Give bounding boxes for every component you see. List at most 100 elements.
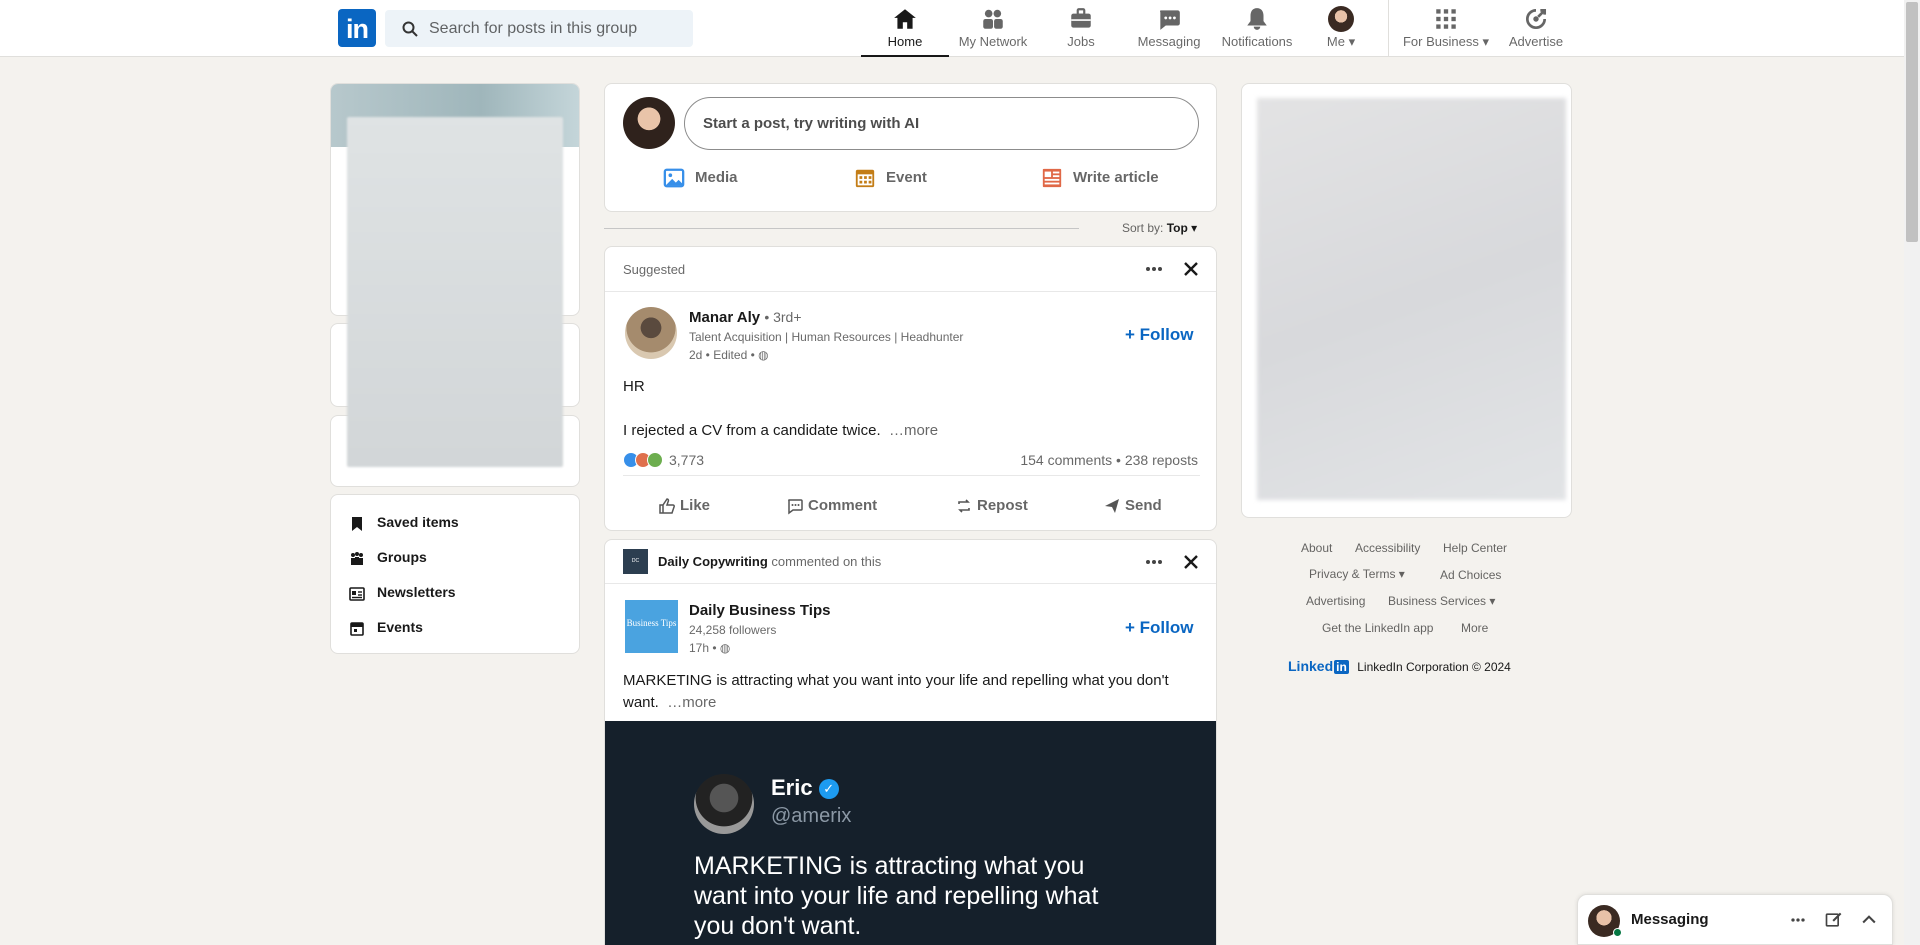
search-input[interactable]: Search for posts in this group <box>385 10 693 47</box>
tweet-avatar <box>694 774 754 834</box>
close-icon[interactable] <box>1179 550 1203 574</box>
globe-icon: ◍ <box>719 641 731 655</box>
post-author[interactable]: Manar Aly • 3rd+ <box>689 309 802 326</box>
more-options-icon[interactable] <box>1788 910 1808 930</box>
post-image[interactable]: Eric ✓ @amerix MARKETING is attracting w… <box>605 721 1216 945</box>
send-button[interactable]: Send <box>1103 495 1173 519</box>
bell-icon <box>1247 8 1267 30</box>
advertise-icon <box>1526 8 1547 29</box>
nav-label: Home <box>887 34 923 49</box>
page-scrollbar[interactable] <box>1904 0 1920 945</box>
image-icon <box>663 168 685 188</box>
footer-business-services-link[interactable]: Business Services ▾ <box>1388 594 1495 608</box>
home-icon <box>894 9 916 29</box>
author-headline: Talent Acquisition | Human Resources | H… <box>689 330 964 344</box>
chevron-up-icon[interactable] <box>1859 910 1879 930</box>
repost-button[interactable]: Repost <box>955 495 1035 519</box>
follow-button[interactable]: + Follow <box>1125 618 1193 638</box>
sort-divider <box>604 228 1079 229</box>
avatar[interactable] <box>625 307 677 359</box>
footer-advertising-link[interactable]: Advertising <box>1306 594 1365 608</box>
post-text: HR <box>623 378 645 395</box>
search-icon <box>402 21 418 37</box>
tweet-text: MARKETING is attracting what you want in… <box>694 852 1099 940</box>
post-context: Suggested <box>623 262 686 277</box>
sort-dropdown[interactable]: Sort by: Top ▾ <box>1122 221 1197 235</box>
blurred-profile-content <box>347 117 563 467</box>
start-post-placeholder: Start a post, try writing with AI <box>703 115 920 132</box>
nav-label: Notifications <box>1221 34 1293 49</box>
write-article-button[interactable]: Write article <box>1041 166 1171 192</box>
article-icon <box>1042 168 1062 188</box>
nav-messaging[interactable]: Messaging <box>1125 6 1213 56</box>
actor-logo[interactable]: DC <box>623 549 648 574</box>
linkedin-logo[interactable]: in <box>338 9 376 47</box>
footer-help-center-link[interactable]: Help Center <box>1443 541 1507 555</box>
close-icon[interactable] <box>1179 257 1203 281</box>
post-text: MARKETING is attracting what you want in… <box>623 672 1169 711</box>
search-placeholder: Search for posts in this group <box>429 20 638 37</box>
nav-label: For Business ▾ <box>1402 34 1489 49</box>
repost-icon <box>958 499 970 513</box>
blurred-news-content <box>1257 98 1566 500</box>
tweet-name: Eric ✓ <box>771 775 839 801</box>
compose-icon[interactable] <box>1824 910 1844 930</box>
follower-count: 24,258 followers <box>689 623 777 637</box>
nav-me[interactable]: Me ▾ <box>1301 6 1381 56</box>
nav-jobs[interactable]: Jobs <box>1037 6 1125 56</box>
like-button[interactable]: Like <box>658 495 718 519</box>
nav-home[interactable]: Home <box>861 6 949 57</box>
scrollbar-thumb[interactable] <box>1906 2 1918 242</box>
messaging-overlay[interactable]: Messaging <box>1577 894 1893 945</box>
post-stats[interactable]: 154 comments • 238 reposts <box>1020 452 1198 468</box>
more-options-icon[interactable] <box>1142 550 1166 574</box>
post-meta: 2d • Edited • ◍ <box>689 348 769 362</box>
company-logo[interactable]: Business Tips <box>625 600 678 653</box>
event-button[interactable]: Event <box>854 166 944 192</box>
globe-icon: ◍ <box>758 348 769 362</box>
comment-button[interactable]: Comment <box>786 495 886 519</box>
nav-advertise[interactable]: Advertise <box>1500 6 1572 56</box>
footer-ad-choices-link[interactable]: Ad Choices <box>1440 568 1501 582</box>
briefcase-icon <box>1071 8 1091 28</box>
avatar[interactable] <box>623 97 675 149</box>
nav-for-business[interactable]: For Business ▾ <box>1396 6 1496 56</box>
feed-post: DC Daily Copywriting commented on this B… <box>604 539 1217 945</box>
calendar-icon <box>855 169 875 188</box>
start-post-button[interactable]: Start a post, try writing with AI <box>684 97 1199 150</box>
see-more-link[interactable]: …more <box>889 422 938 439</box>
network-icon <box>983 9 1003 29</box>
messaging-icon <box>1160 10 1180 30</box>
thumbs-up-icon <box>659 498 675 514</box>
composer-card: Start a post, try writing with AI Media … <box>604 83 1217 212</box>
footer-privacy-terms-link[interactable]: Privacy & Terms ▾ <box>1309 567 1405 581</box>
nav-label: Messaging <box>1137 34 1201 49</box>
nav-label: Advertise <box>1508 34 1564 49</box>
post-meta: 17h • ◍ <box>689 641 731 655</box>
comment-icon <box>788 499 803 515</box>
celebrate-reaction-icon <box>647 452 663 468</box>
post-author[interactable]: Daily Business Tips <box>689 602 830 619</box>
footer-accessibility-link[interactable]: Accessibility <box>1355 541 1420 555</box>
verified-icon: ✓ <box>818 779 839 800</box>
groups-icon <box>351 552 363 565</box>
media-button[interactable]: Media <box>663 166 753 192</box>
footer-more-link[interactable]: More <box>1461 621 1488 635</box>
divider <box>605 583 1216 584</box>
follow-button[interactable]: + Follow <box>1125 325 1193 345</box>
calendar-icon <box>350 622 364 636</box>
bookmark-icon <box>352 517 362 531</box>
more-options-icon[interactable] <box>1142 257 1166 281</box>
newsletter-icon <box>349 587 365 601</box>
nav-notifications[interactable]: Notifications <box>1213 6 1301 56</box>
nav-label: Jobs <box>1067 34 1095 49</box>
nav-my-network[interactable]: My Network <box>949 6 1037 56</box>
footer-about-link[interactable]: About <box>1301 541 1332 555</box>
messaging-title[interactable]: Messaging <box>1631 911 1709 928</box>
see-more-link[interactable]: …more <box>667 694 716 711</box>
left-shortcuts-card: Saved items Groups Newsletters Events <box>330 494 580 654</box>
feed-post: Suggested Manar Aly • 3rd+ Talent Acquis… <box>604 246 1217 531</box>
linkedin-wordmark: Linked in <box>1288 658 1349 674</box>
footer-get-app-link[interactable]: Get the LinkedIn app <box>1322 621 1433 635</box>
nav-label: My Network <box>958 34 1028 49</box>
